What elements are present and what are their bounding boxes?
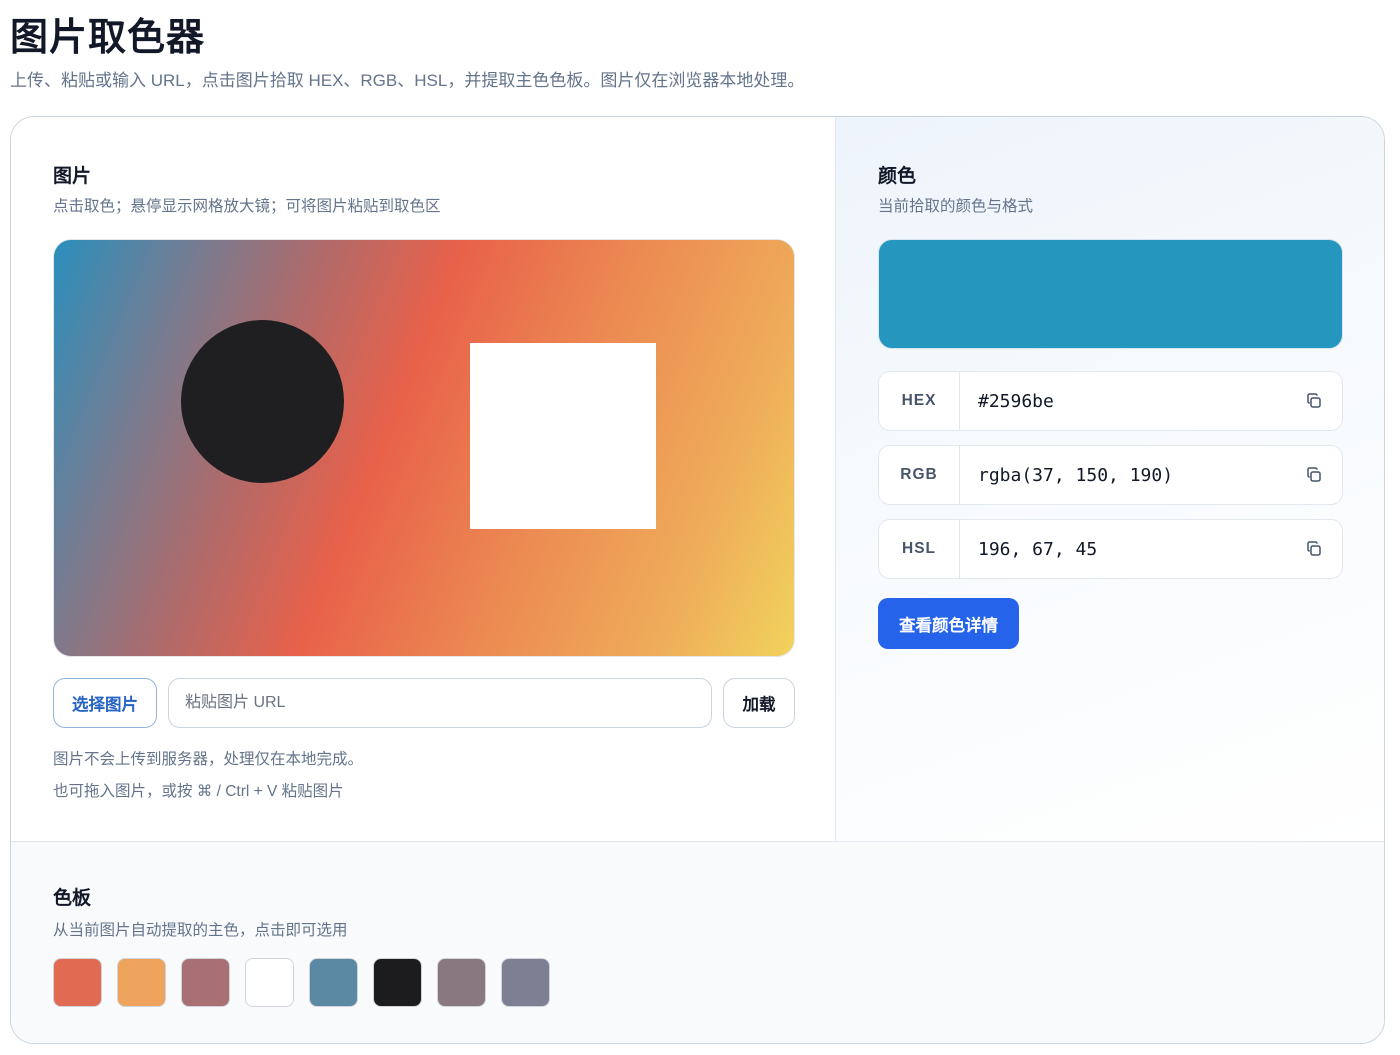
- image-pick-area[interactable]: [53, 239, 795, 657]
- hex-value: #2596be: [978, 390, 1054, 412]
- palette-section-desc: 从当前图片自动提取的主色，点击即可选用: [53, 922, 348, 939]
- palette-swatch[interactable]: [181, 958, 230, 1007]
- hsl-value: 196, 67, 45: [978, 538, 1098, 560]
- hex-label: HEX: [879, 372, 960, 430]
- select-image-button[interactable]: 选择图片: [53, 678, 157, 728]
- copy-icon: [1307, 467, 1321, 482]
- palette-swatch[interactable]: [117, 958, 166, 1007]
- copy-icon: [1307, 541, 1321, 556]
- main-card: 图片 点击取色；悬停显示网格放大镜；可将图片粘贴到取色区 选择图片 加载 图片不…: [10, 116, 1385, 1044]
- color-section-desc: 当前拾取的颜色与格式: [878, 198, 1034, 215]
- palette-swatch[interactable]: [309, 958, 358, 1007]
- palette-swatch[interactable]: [501, 958, 550, 1007]
- palette-swatch[interactable]: [53, 958, 102, 1007]
- palette-swatch[interactable]: [437, 958, 486, 1007]
- image-panel: 图片 点击取色；悬停显示网格放大镜；可将图片粘贴到取色区 选择图片 加载 图片不…: [11, 117, 836, 841]
- palette-swatch[interactable]: [373, 958, 422, 1007]
- image-circle-shape: [181, 320, 344, 483]
- image-section-desc: 点击取色；悬停显示网格放大镜；可将图片粘贴到取色区: [53, 198, 441, 215]
- copy-hsl-button[interactable]: [1286, 520, 1342, 578]
- palette-swatch[interactable]: [245, 958, 294, 1007]
- rgb-row: RGB rgba(37, 150, 190): [878, 445, 1343, 505]
- image-square-shape: [470, 343, 656, 529]
- page-title: 图片取色器: [10, 17, 206, 59]
- hsl-row: HSL 196, 67, 45: [878, 519, 1343, 579]
- drag-paste-hint: 也可拖入图片，或按 ⌘ / Ctrl + V 粘贴图片: [53, 783, 344, 800]
- rgb-value: rgba(37, 150, 190): [978, 464, 1174, 486]
- copy-rgb-button[interactable]: [1286, 446, 1342, 504]
- copy-hex-button[interactable]: [1286, 372, 1342, 430]
- hsl-label: HSL: [879, 520, 960, 578]
- current-color-preview: [878, 239, 1343, 349]
- hex-row: HEX #2596be: [878, 371, 1343, 431]
- privacy-hint: 图片不会上传到服务器，处理仅在本地完成。: [53, 751, 364, 768]
- copy-icon: [1307, 393, 1321, 408]
- load-button[interactable]: 加载: [723, 678, 795, 728]
- image-url-input[interactable]: [168, 678, 712, 728]
- color-section-title: 颜色: [878, 166, 917, 187]
- image-section-title: 图片: [53, 166, 92, 187]
- palette-section-title: 色板: [53, 888, 92, 909]
- color-detail-button[interactable]: 查看颜色详情: [878, 598, 1019, 649]
- palette-row: [53, 958, 550, 1007]
- rgb-label: RGB: [879, 446, 960, 504]
- color-panel: 颜色 当前拾取的颜色与格式 HEX #2596be RGB rgba(37, 1…: [836, 117, 1384, 841]
- page-subtitle: 上传、粘贴或输入 URL，点击图片拾取 HEX、RGB、HSL，并提取主色色板。…: [10, 71, 805, 90]
- palette-panel: 色板 从当前图片自动提取的主色，点击即可选用: [11, 841, 1384, 1043]
